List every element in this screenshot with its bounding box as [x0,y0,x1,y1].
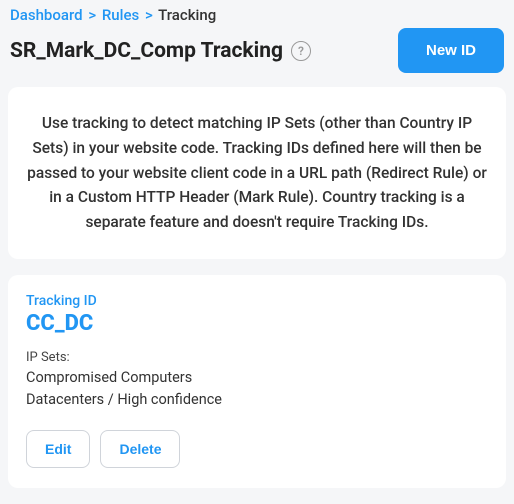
edit-button[interactable]: Edit [26,430,90,468]
breadcrumb-link-rules[interactable]: Rules [102,6,139,24]
ipsets-item: Compromised Computers [26,367,488,389]
ipsets-item: Datacenters / High confidence [26,389,488,411]
breadcrumb-link-dashboard[interactable]: Dashboard [10,6,83,24]
tracking-id-card: Tracking ID CC_DC IP Sets: Compromised C… [8,275,506,489]
breadcrumb: Dashboard > Rules > Tracking [0,0,514,28]
delete-button[interactable]: Delete [100,430,180,468]
tracking-id-value: CC_DC [26,311,488,336]
page-title-wrap: SR_Mark_DC_Comp Tracking ? [10,39,311,63]
page-header: SR_Mark_DC_Comp Tracking ? New ID [0,28,514,87]
page-title: SR_Mark_DC_Comp Tracking [10,39,283,63]
tracking-id-label: Tracking ID [26,293,488,309]
breadcrumb-current: Tracking [158,6,216,24]
breadcrumb-separator: > [88,6,96,24]
ipsets-label: IP Sets: [26,350,488,365]
help-icon[interactable]: ? [291,41,311,61]
breadcrumb-separator: > [145,6,153,24]
description-text: Use tracking to detect matching IP Sets … [27,114,487,231]
new-id-button[interactable]: New ID [398,28,504,73]
card-actions: Edit Delete [26,430,488,468]
description-card: Use tracking to detect matching IP Sets … [8,87,506,259]
